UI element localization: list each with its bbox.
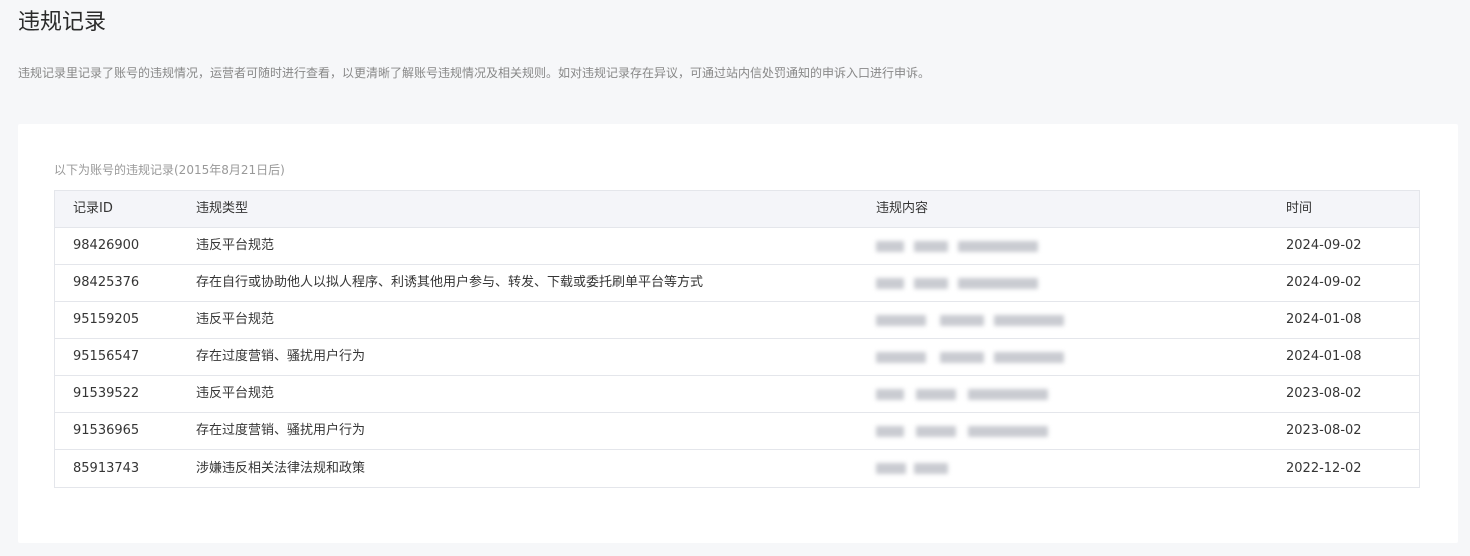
violation-content-redacted: [876, 271, 1136, 295]
violation-content-redacted: [876, 419, 1136, 443]
violation-type: 违反平台规范: [196, 238, 275, 253]
record-id: 91539522: [73, 386, 140, 401]
record-time: 2024-09-02: [1286, 238, 1362, 253]
record-time: 2024-09-02: [1286, 275, 1362, 290]
table-row: 98426900 违反平台规范 2024-09-02: [55, 228, 1419, 265]
records-card: 以下为账号的违规记录(2015年8月21日后) 记录ID 违规类型 违规内容 时…: [18, 124, 1458, 543]
violation-records-page: 违规记录 违规记录里记录了账号的违规情况，运营者可随时进行查看，以更清晰了解账号…: [0, 0, 1470, 556]
page-title: 违规记录: [18, 10, 107, 35]
table-row: 98425376 存在自行或协助他人以拟人程序、利诱其他用户参与、转发、下载或委…: [55, 265, 1419, 302]
header-record-id: 记录ID: [73, 201, 113, 216]
record-id: 95159205: [73, 312, 140, 327]
record-id: 91536965: [73, 423, 140, 438]
table-row: 91539522 违反平台规范 2023-08-02: [55, 376, 1419, 413]
table-row: 95159205 违反平台规范 2024-01-08: [55, 302, 1419, 339]
record-id: 95156547: [73, 349, 140, 364]
violation-type: 存在自行或协助他人以拟人程序、利诱其他用户参与、转发、下载或委托刷单平台等方式: [196, 275, 704, 290]
violation-content-redacted: [876, 308, 1136, 332]
record-time: 2023-08-02: [1286, 386, 1362, 401]
header-time: 时间: [1286, 201, 1313, 216]
violation-type: 存在过度营销、骚扰用户行为: [196, 349, 366, 364]
record-time: 2024-01-08: [1286, 312, 1362, 327]
violation-content-redacted: [876, 456, 1136, 480]
table-header-row: 记录ID 违规类型 违规内容 时间: [55, 191, 1419, 228]
record-time: 2023-08-02: [1286, 423, 1362, 438]
violation-type: 存在过度营销、骚扰用户行为: [196, 423, 366, 438]
records-table: 记录ID 违规类型 违规内容 时间 98426900 违反平台规范 2024-0…: [54, 190, 1420, 488]
record-id: 85913743: [73, 460, 140, 476]
violation-type: 涉嫌违反相关法律法规和政策: [196, 460, 366, 476]
record-id: 98426900: [73, 238, 140, 253]
violation-content-redacted: [876, 345, 1136, 369]
violation-type: 违反平台规范: [196, 386, 275, 401]
header-violation-type: 违规类型: [196, 201, 249, 216]
violation-type: 违反平台规范: [196, 312, 275, 327]
table-row: 95156547 存在过度营销、骚扰用户行为 2024-01-08: [55, 339, 1419, 376]
table-caption: 以下为账号的违规记录(2015年8月21日后): [54, 163, 285, 177]
page-description: 违规记录里记录了账号的违规情况，运营者可随时进行查看，以更清晰了解账号违规情况及…: [18, 66, 931, 80]
record-id: 98425376: [73, 275, 140, 290]
table-row: 85913743 涉嫌违反相关法律法规和政策 2022-12-02: [55, 450, 1419, 487]
header-violation-content: 违规内容: [876, 201, 929, 216]
record-time: 2022-12-02: [1286, 460, 1362, 476]
table-row: 91536965 存在过度营销、骚扰用户行为 2023-08-02: [55, 413, 1419, 450]
violation-content-redacted: [876, 382, 1136, 406]
violation-content-redacted: [876, 234, 1136, 258]
record-time: 2024-01-08: [1286, 349, 1362, 364]
